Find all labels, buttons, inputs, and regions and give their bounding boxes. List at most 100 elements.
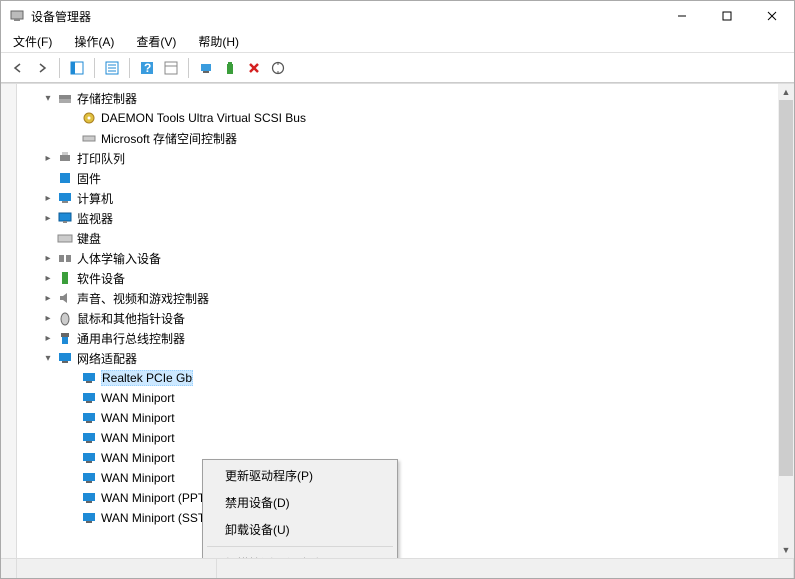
computer-icon [57, 190, 73, 206]
device-tree: ▾ 存储控制器 DAEMON Tools Ultra Virtual SCSI … [17, 88, 794, 528]
tree-node-ms-storage[interactable]: Microsoft 存储空间控制器 [17, 128, 794, 148]
tree-node-wan-miniport[interactable]: WAN Miniport [17, 428, 794, 448]
monitor-icon [57, 210, 73, 226]
menu-help[interactable]: 帮助(H) [194, 31, 243, 52]
drive-icon [81, 130, 97, 146]
node-label: 计算机 [77, 190, 113, 207]
tree-node-wan-miniport-pptp[interactable]: WAN Miniport (PPTP) [17, 488, 794, 508]
context-update-driver[interactable]: 更新驱动程序(P) [205, 462, 395, 489]
chevron-right-icon[interactable]: ▸ [41, 311, 55, 325]
chevron-right-icon[interactable]: ▸ [41, 211, 55, 225]
close-button[interactable] [749, 1, 794, 31]
vertical-scrollbar[interactable]: ▲ ▼ [778, 84, 794, 558]
mouse-icon [57, 310, 73, 326]
titlebar: 设备管理器 [1, 1, 794, 31]
chevron-down-icon[interactable]: ▾ [41, 351, 55, 365]
minimize-button[interactable] [659, 1, 704, 31]
node-label: DAEMON Tools Ultra Virtual SCSI Bus [101, 111, 306, 125]
node-label: WAN Miniport [101, 451, 175, 465]
chip-icon [57, 170, 73, 186]
status-seg [1, 559, 17, 578]
chevron-right-icon[interactable]: ▸ [41, 191, 55, 205]
node-label: WAN Miniport (SSTP) [101, 511, 217, 525]
context-scan-hardware[interactable]: 扫描检测硬件改动(A) [205, 550, 395, 558]
uninstall-button[interactable] [243, 57, 265, 79]
tree-node-wan-miniport-sstp[interactable]: WAN Miniport (SSTP) [17, 508, 794, 528]
chevron-right-icon[interactable]: ▸ [41, 291, 55, 305]
usb-icon [57, 330, 73, 346]
view-button[interactable] [160, 57, 182, 79]
menu-action[interactable]: 操作(A) [70, 31, 118, 52]
properties-button[interactable] [101, 57, 123, 79]
node-label: 打印队列 [77, 150, 125, 167]
tree-node-sound[interactable]: ▸ 声音、视频和游戏控制器 [17, 288, 794, 308]
tree-node-network-adapters[interactable]: ▾ 网络适配器 [17, 348, 794, 368]
maximize-button[interactable] [704, 1, 749, 31]
help-button[interactable]: ? [136, 57, 158, 79]
chevron-right-icon[interactable]: ▸ [41, 271, 55, 285]
tree-node-keyboards[interactable]: 键盘 [17, 228, 794, 248]
tree-node-computer[interactable]: ▸ 计算机 [17, 188, 794, 208]
node-label: WAN Miniport [101, 431, 175, 445]
tree-node-usb[interactable]: ▸ 通用串行总线控制器 [17, 328, 794, 348]
printer-icon [57, 150, 73, 166]
tree-node-wan-miniport[interactable]: WAN Miniport [17, 408, 794, 428]
network-adapter-icon [81, 450, 97, 466]
back-button[interactable] [7, 57, 29, 79]
tree-node-realtek[interactable]: Realtek PCIe Gb [17, 368, 794, 388]
chevron-right-icon[interactable]: ▸ [41, 331, 55, 345]
tree-node-wan-miniport[interactable]: WAN Miniport [17, 448, 794, 468]
show-hide-tree-button[interactable] [66, 57, 88, 79]
chevron-right-icon[interactable]: ▸ [41, 251, 55, 265]
menu-file[interactable]: 文件(F) [9, 31, 56, 52]
hid-icon [57, 250, 73, 266]
context-uninstall-device[interactable]: 卸载设备(U) [205, 516, 395, 543]
tree-node-monitors[interactable]: ▸ 监视器 [17, 208, 794, 228]
tree-node-software[interactable]: ▸ 软件设备 [17, 268, 794, 288]
scroll-track[interactable] [778, 100, 794, 542]
scan-hardware-button[interactable] [267, 57, 289, 79]
context-menu: 更新驱动程序(P) 禁用设备(D) 卸载设备(U) 扫描检测硬件改动(A) 属性… [202, 459, 398, 558]
window-title: 设备管理器 [31, 8, 659, 25]
svg-text:?: ? [144, 61, 151, 75]
update-driver-button[interactable] [195, 57, 217, 79]
toolbar-separator [188, 58, 189, 78]
node-label: 人体学输入设备 [77, 250, 161, 267]
tree-node-wan-miniport[interactable]: WAN Miniport [17, 468, 794, 488]
network-adapter-icon [81, 490, 97, 506]
context-disable-device[interactable]: 禁用设备(D) [205, 489, 395, 516]
chevron-down-icon[interactable]: ▾ [41, 91, 55, 105]
speaker-icon [57, 290, 73, 306]
node-label: 键盘 [77, 230, 101, 247]
menu-divider [207, 546, 393, 547]
left-pane-strip [1, 84, 17, 558]
node-label: WAN Miniport [101, 391, 175, 405]
tree-node-firmware[interactable]: 固件 [17, 168, 794, 188]
tree-node-daemon-tools[interactable]: DAEMON Tools Ultra Virtual SCSI Bus [17, 108, 794, 128]
tree-node-wan-miniport[interactable]: WAN Miniport [17, 388, 794, 408]
node-label: 监视器 [77, 210, 113, 227]
scroll-thumb[interactable] [779, 100, 793, 476]
window-controls [659, 1, 794, 31]
node-label: 固件 [77, 170, 101, 187]
tree-node-mouse[interactable]: ▸ 鼠标和其他指针设备 [17, 308, 794, 328]
node-label: Realtek PCIe Gb [101, 370, 193, 386]
tree-node-hid[interactable]: ▸ 人体学输入设备 [17, 248, 794, 268]
tree-node-storage-controllers[interactable]: ▾ 存储控制器 [17, 88, 794, 108]
tool-button[interactable] [219, 57, 241, 79]
node-label: Microsoft 存储空间控制器 [101, 130, 237, 147]
status-seg [17, 559, 217, 578]
scroll-down-arrow[interactable]: ▼ [778, 542, 794, 558]
menu-view[interactable]: 查看(V) [132, 31, 180, 52]
node-label: 网络适配器 [77, 350, 137, 367]
forward-button[interactable] [31, 57, 53, 79]
toolbar-separator [129, 58, 130, 78]
tree-node-printers[interactable]: ▸ 打印队列 [17, 148, 794, 168]
keyboard-icon [57, 230, 73, 246]
menubar: 文件(F) 操作(A) 查看(V) 帮助(H) [1, 31, 794, 53]
node-label: WAN Miniport (PPTP) [101, 491, 217, 505]
chevron-right-icon[interactable]: ▸ [41, 151, 55, 165]
scroll-up-arrow[interactable]: ▲ [778, 84, 794, 100]
toolbar-separator [94, 58, 95, 78]
storage-icon [57, 90, 73, 106]
